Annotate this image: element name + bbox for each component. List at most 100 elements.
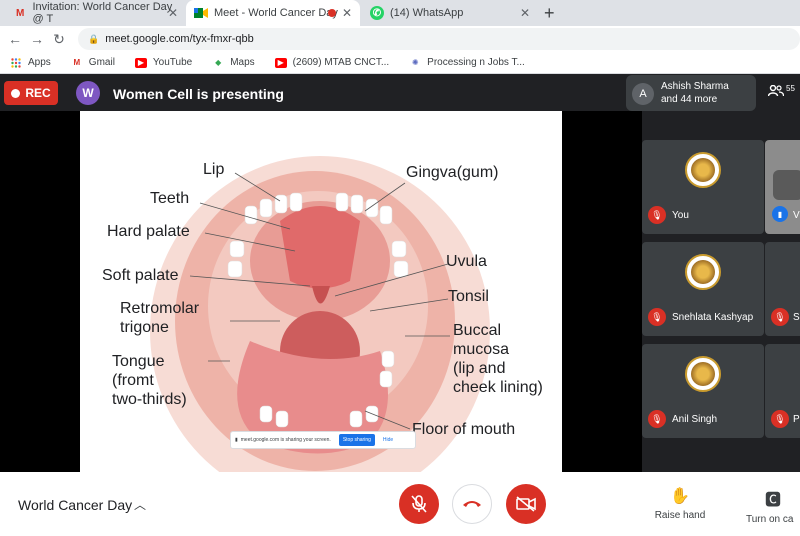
share-info-icon: ▮ bbox=[235, 437, 238, 443]
apps-grid-icon bbox=[10, 57, 22, 68]
avatar bbox=[685, 356, 721, 392]
bookmark-label: YouTube bbox=[152, 57, 193, 68]
bookmark-maps[interactable]: ◆ Maps bbox=[212, 57, 255, 68]
participant-tile-name: Snehlata Kashyap bbox=[672, 312, 754, 323]
chevron-up-icon[interactable]: ︿ bbox=[134, 496, 146, 513]
label-floor-of-mouth: Floor of mouth bbox=[412, 421, 516, 438]
participant-tile[interactable]: 🎙 P bbox=[765, 344, 800, 438]
label-lip-and: (lip and bbox=[453, 360, 506, 377]
meet-icon bbox=[194, 6, 208, 20]
close-icon[interactable]: ✕ bbox=[520, 6, 530, 20]
label-retromolar: Retromolar bbox=[120, 300, 200, 317]
camera-off-icon bbox=[516, 496, 536, 512]
bookmark-gmail[interactable]: M Gmail bbox=[71, 57, 114, 68]
reload-icon[interactable]: ↻ bbox=[48, 31, 70, 48]
label-tongue-front: (fromt bbox=[112, 372, 154, 389]
close-icon[interactable]: ✕ bbox=[168, 6, 178, 20]
forward-icon[interactable]: → bbox=[26, 31, 48, 47]
participant-tile[interactable]: 🎙 S bbox=[765, 242, 800, 336]
mic-off-icon: 🎙 bbox=[648, 308, 666, 326]
gmail-icon: M bbox=[16, 7, 25, 19]
participant-tile-video[interactable]: ▮ V bbox=[765, 140, 800, 234]
mic-toggle-button[interactable] bbox=[399, 484, 439, 524]
browser-tab-bar: M Invitation: World Cancer Day @ T ✕ Mee… bbox=[0, 0, 800, 26]
share-text: meet.google.com is sharing your screen. bbox=[240, 437, 331, 443]
mic-off-icon: 🎙 bbox=[771, 308, 789, 326]
camera-toggle-button[interactable] bbox=[506, 484, 546, 524]
mic-off-icon bbox=[411, 495, 427, 513]
bookmark-label: Processing n Jobs T... bbox=[427, 57, 525, 68]
label-uvula: Uvula bbox=[446, 253, 487, 270]
back-icon[interactable]: ← bbox=[4, 31, 26, 47]
youtube-icon: ▶ bbox=[274, 57, 287, 68]
recording-indicator-icon bbox=[328, 9, 336, 17]
label-tonsil: Tonsil bbox=[448, 288, 489, 305]
label-soft-palate: Soft palate bbox=[102, 267, 179, 284]
participant-tile-name: Anil Singh bbox=[672, 414, 718, 425]
bookmark-label: Maps bbox=[230, 57, 255, 68]
tab-meet[interactable]: Meet - World Cancer Day ✕ bbox=[186, 0, 360, 26]
bookmark-apps[interactable]: Apps bbox=[10, 57, 51, 68]
record-dot-icon bbox=[11, 88, 21, 98]
label-mucosa: mucosa bbox=[453, 341, 510, 358]
audio-level-icon: ▮ bbox=[772, 206, 788, 222]
mic-off-icon: 🎙 bbox=[771, 410, 789, 428]
url-field[interactable]: 🔒 meet.google.com/tyx-fmxr-qbb bbox=[78, 28, 800, 50]
bookmark-processing[interactable]: ✺ Processing n Jobs T... bbox=[409, 57, 525, 68]
participant-tile-name: S bbox=[793, 312, 800, 323]
whatsapp-icon: ✆ bbox=[370, 6, 384, 20]
maps-icon: ◆ bbox=[215, 58, 222, 67]
meeting-controls-bar: World Cancer Day ︿ ✋ Raise hand 🅲 Turn o… bbox=[0, 472, 800, 536]
raise-hand-label: Raise hand bbox=[654, 510, 706, 521]
rec-label: REC bbox=[25, 86, 51, 100]
label-trigone: trigone bbox=[120, 319, 169, 336]
bookmark-label: Apps bbox=[28, 57, 51, 68]
tab-label: Meet - World Cancer Day bbox=[214, 7, 338, 19]
hand-icon: ✋ bbox=[670, 488, 690, 505]
presenting-text: Women Cell is presenting bbox=[113, 86, 284, 102]
participant-tile-name: You bbox=[672, 210, 689, 221]
captions-button[interactable]: 🅲 Turn on ca bbox=[746, 486, 800, 525]
close-icon[interactable]: ✕ bbox=[342, 6, 352, 20]
new-tab-button[interactable]: + bbox=[544, 3, 555, 24]
participant-name: Ashish Sharma bbox=[661, 81, 729, 92]
mic-off-icon: 🎙 bbox=[648, 410, 666, 428]
atom-icon: ✺ bbox=[411, 58, 419, 67]
tab-label: (14) WhatsApp bbox=[390, 7, 464, 19]
address-bar-row: ← → ↻ 🔒 meet.google.com/tyx-fmxr-qbb bbox=[0, 26, 800, 52]
label-tongue: Tongue bbox=[112, 353, 165, 370]
raise-hand-button[interactable]: ✋ Raise hand bbox=[650, 486, 710, 521]
people-icon[interactable] bbox=[767, 84, 785, 100]
tab-whatsapp[interactable]: ✆ (14) WhatsApp ✕ bbox=[362, 0, 538, 26]
participant-summary[interactable]: A Ashish Sharma and 44 more bbox=[626, 75, 756, 111]
label-lip: Lip bbox=[203, 161, 225, 178]
bookmark-youtube[interactable]: ▶ YouTube bbox=[134, 57, 193, 68]
bookmark-label: (2609) MTAB CNCT... bbox=[292, 57, 390, 68]
avatar bbox=[685, 254, 721, 290]
participant-avatar: A bbox=[632, 83, 654, 105]
avatar bbox=[685, 152, 721, 188]
participant-tile[interactable]: 🎙 You bbox=[642, 140, 764, 234]
participant-tile[interactable]: 🎙 Anil Singh bbox=[642, 344, 764, 438]
label-hard-palate: Hard palate bbox=[107, 223, 190, 240]
leave-call-button[interactable] bbox=[452, 484, 492, 524]
participant-tile[interactable]: 🎙 Snehlata Kashyap bbox=[642, 242, 764, 336]
url-text: meet.google.com/tyx-fmxr-qbb bbox=[105, 33, 254, 45]
mic-off-icon: 🎙 bbox=[648, 206, 666, 224]
participant-tile-name: V bbox=[793, 210, 800, 221]
bookmarks-bar: Apps M Gmail ▶ YouTube ◆ Maps ▶ (2609) M… bbox=[0, 52, 800, 74]
recording-badge[interactable]: REC bbox=[4, 81, 58, 105]
youtube-icon: ▶ bbox=[134, 57, 147, 68]
presentation-stage: Lip Teeth Hard palate Soft palate Retrom… bbox=[0, 111, 642, 472]
screen-share-banner: ▮ meet.google.com is sharing your screen… bbox=[230, 431, 416, 449]
captions-label: Turn on ca bbox=[746, 514, 794, 525]
tab-gmail-invitation[interactable]: M Invitation: World Cancer Day @ T ✕ bbox=[6, 0, 186, 26]
hide-button[interactable]: Hide bbox=[383, 437, 393, 443]
label-teeth: Teeth bbox=[150, 190, 190, 207]
participant-info: Ashish Sharma and 44 more bbox=[661, 80, 729, 106]
people-count: 55 bbox=[786, 84, 795, 93]
meeting-name[interactable]: World Cancer Day bbox=[18, 497, 132, 513]
captions-icon: 🅲 bbox=[764, 492, 781, 509]
stop-sharing-button[interactable]: Stop sharing bbox=[338, 434, 375, 446]
bookmark-mtab[interactable]: ▶ (2609) MTAB CNCT... bbox=[274, 57, 390, 68]
